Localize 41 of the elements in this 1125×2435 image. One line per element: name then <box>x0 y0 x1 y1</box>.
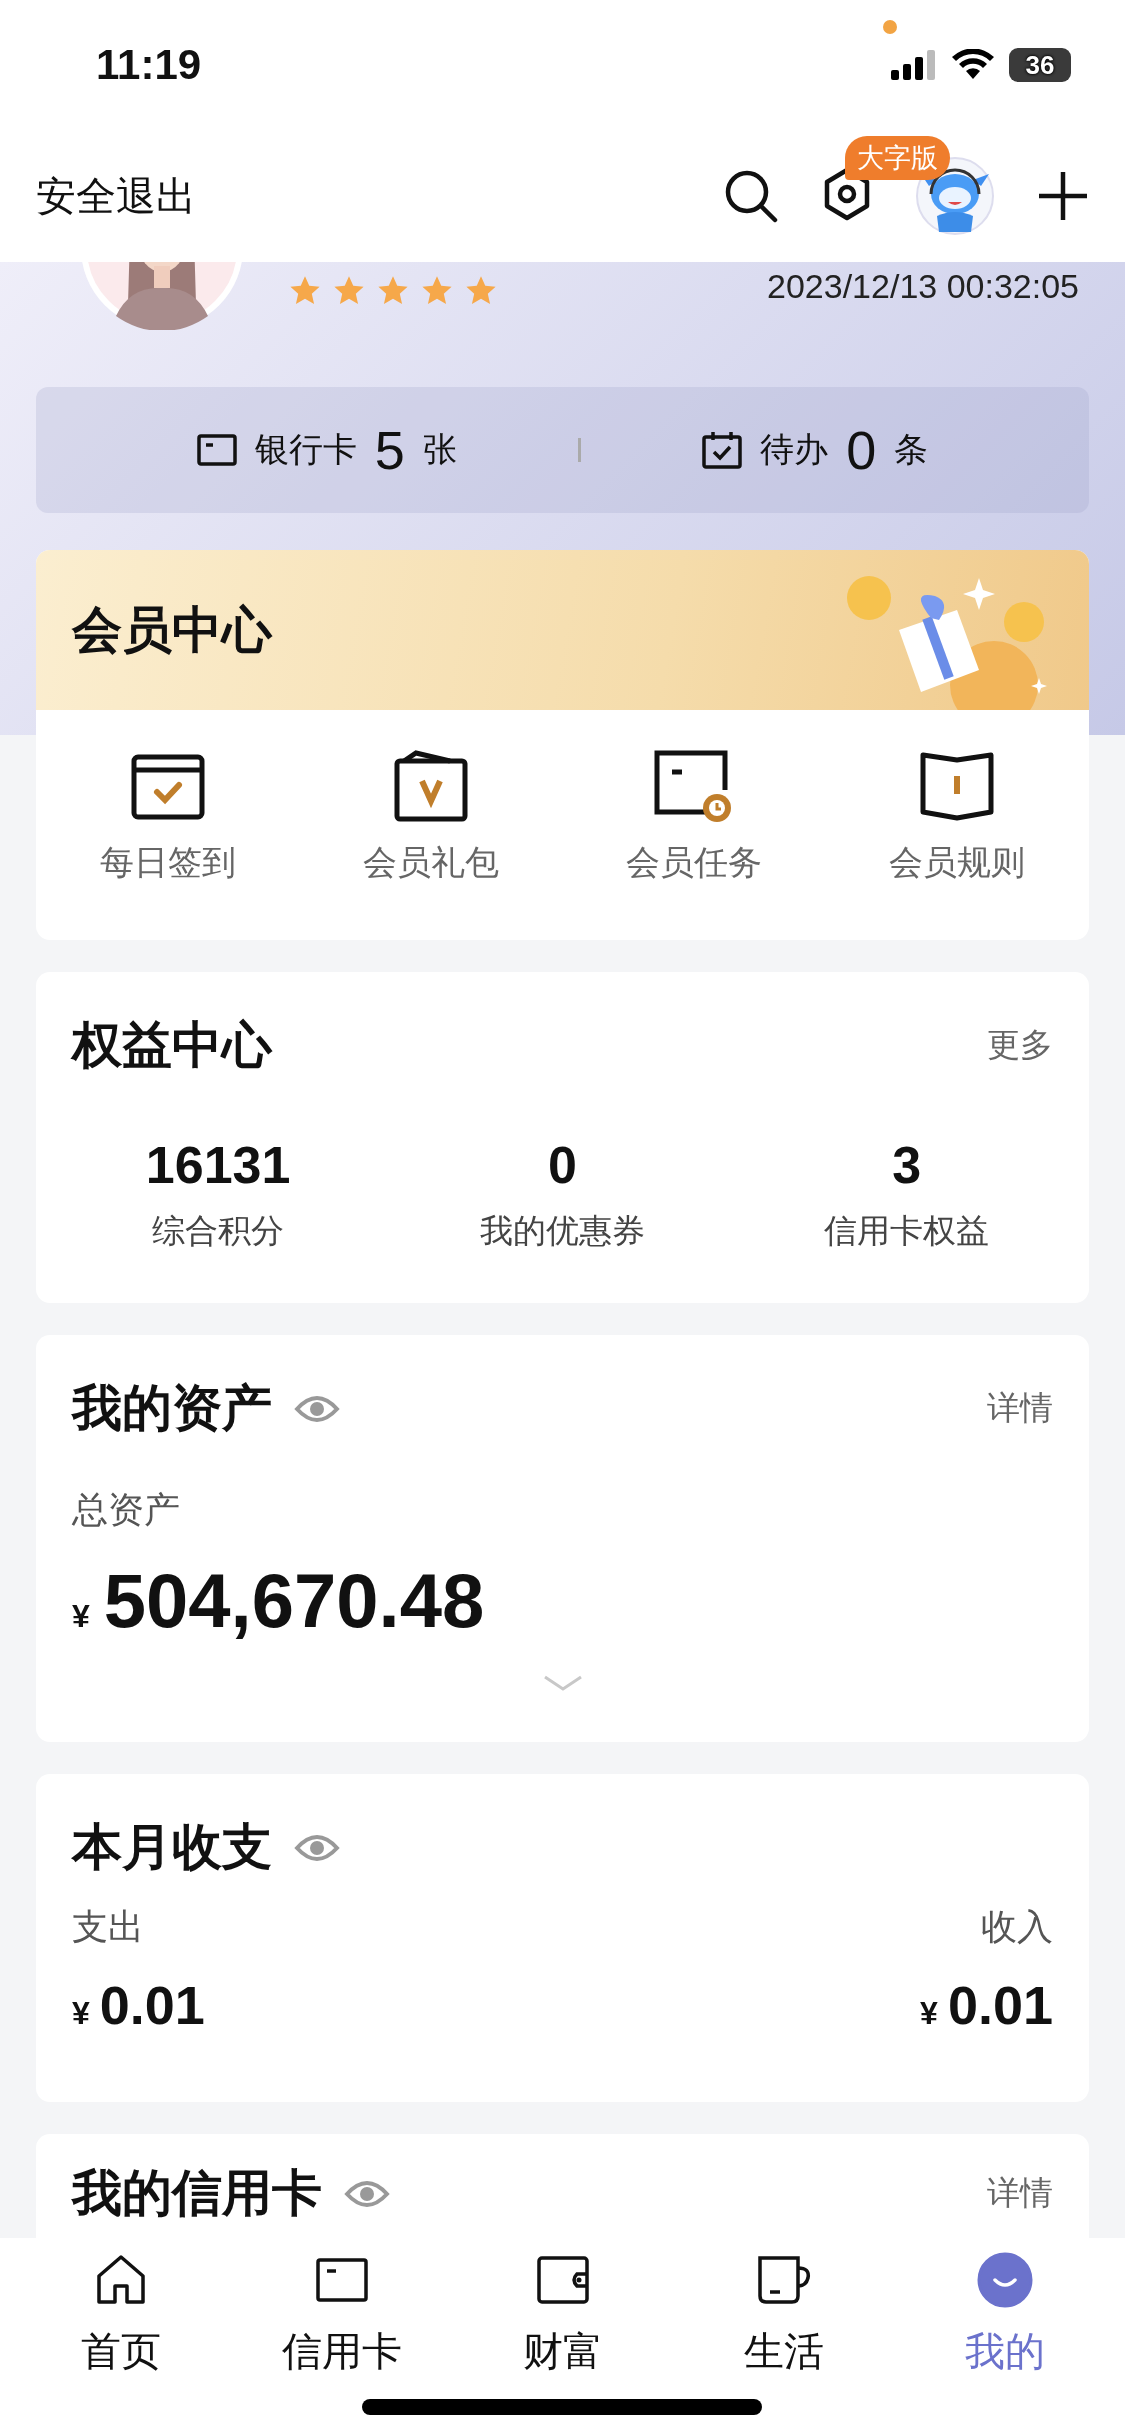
signal-icon <box>891 50 937 80</box>
summary-item[interactable]: 待办 0 条 <box>702 419 929 481</box>
details-link[interactable]: 详情 <box>987 1386 1053 1431</box>
calendar-check-icon <box>702 431 743 469</box>
income-label: 收入 <box>981 1905 1053 1949</box>
expense-amount: ¥ 0.01 <box>72 1974 205 2036</box>
last-login-time: 2023/12/13 00:32:05 <box>767 267 1080 306</box>
battery-icon: 36 <box>1009 48 1071 82</box>
income-amount: ¥ 0.01 <box>920 1974 1053 2036</box>
rights-stat[interactable]: 3 信用卡权益 <box>734 1135 1079 1254</box>
tab[interactable]: 信用卡 <box>231 2252 452 2379</box>
member-menu-item[interactable]: 会员礼包 <box>299 750 563 886</box>
member-menu-item[interactable]: 会员规则 <box>825 750 1089 886</box>
credit-cards-title: 我的信用卡 <box>72 2164 322 2223</box>
total-assets-label: 总资产 <box>72 1488 180 1532</box>
details-link[interactable]: 详情 <box>987 2171 1053 2216</box>
tab[interactable]: 首页 <box>10 2252 231 2379</box>
card-icon <box>196 433 237 467</box>
member-menu-item[interactable]: 每日签到 <box>36 750 300 886</box>
rights-stat[interactable]: 0 我的优惠券 <box>390 1135 735 1254</box>
tab[interactable]: 我的 <box>894 2252 1115 2379</box>
monthly-title: 本月收支 <box>72 1818 272 1877</box>
logout-button[interactable]: 安全退出 <box>36 168 196 224</box>
smile-face-icon <box>976 2252 1033 2308</box>
total-assets-amount: ¥ 504,670.48 <box>72 1557 485 1644</box>
add-icon[interactable] <box>1037 170 1089 222</box>
rights-stat[interactable]: 16131 综合积分 <box>46 1135 391 1254</box>
summary-item[interactable]: 银行卡 5 张 <box>196 419 457 481</box>
more-link[interactable]: 更多 <box>987 1023 1053 1068</box>
privacy-dot <box>883 20 897 34</box>
assets-title: 我的资产 <box>72 1379 272 1438</box>
tab[interactable]: 生活 <box>673 2252 894 2379</box>
member-title: 会员中心 <box>72 600 272 660</box>
expense-label: 支出 <box>72 1905 144 1949</box>
wallet-v-icon <box>393 750 468 824</box>
status-time: 11:19 <box>96 41 202 89</box>
member-menu-item[interactable]: 会员任务 <box>562 750 826 886</box>
search-icon[interactable] <box>723 168 779 224</box>
tab[interactable]: 财富 <box>452 2252 673 2379</box>
wifi-icon <box>951 49 995 81</box>
rights-title: 权益中心 <box>72 1016 272 1075</box>
